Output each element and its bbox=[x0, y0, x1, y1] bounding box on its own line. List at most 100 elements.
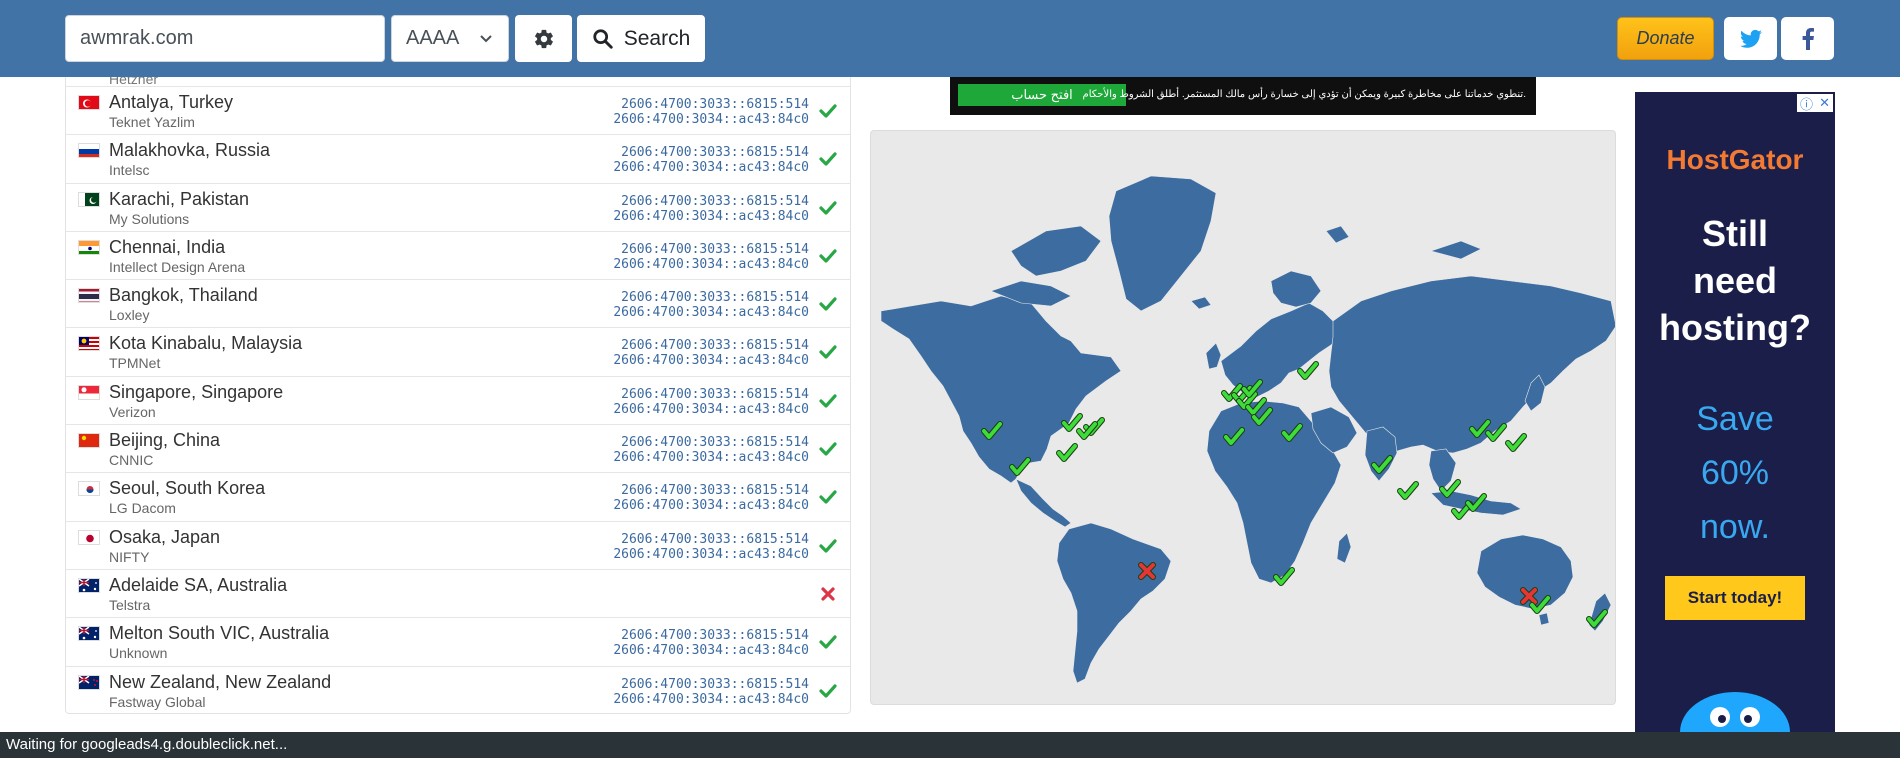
ip-address: 2606:4700:3034::ac43:84c0 bbox=[613, 160, 809, 176]
ip-address: 2606:4700:3033::6815:514 bbox=[621, 145, 809, 161]
status-indicator bbox=[818, 101, 838, 121]
check-icon bbox=[819, 200, 837, 215]
ip-addresses: 2606:4700:3033::6815:514 2606:4700:3034::… bbox=[613, 628, 809, 658]
ip-address: 2606:4700:3034::ac43:84c0 bbox=[613, 305, 809, 321]
ip-addresses: 2606:4700:3033::6815:514 2606:4700:3034::… bbox=[613, 387, 809, 417]
check-icon bbox=[819, 104, 837, 118]
europe-shape bbox=[1220, 302, 1342, 398]
status-indicator bbox=[818, 536, 838, 556]
ip-address: 2606:4700:3034::ac43:84c0 bbox=[613, 498, 809, 514]
ad-info-icon[interactable]: ⓘ bbox=[1800, 94, 1813, 113]
ip-address: 2606:4700:3034::ac43:84c0 bbox=[613, 643, 809, 659]
search-icon bbox=[593, 28, 613, 49]
ip-addresses: 2606:4700:3033::6815:514 2606:4700:3034::… bbox=[613, 483, 809, 513]
country-flag-icon bbox=[78, 577, 100, 593]
ad-offer: Save 60% now. bbox=[1635, 392, 1835, 554]
ad-cta-button[interactable]: Start today! bbox=[1665, 576, 1805, 620]
country-flag-icon bbox=[78, 336, 100, 352]
status-indicator bbox=[818, 198, 838, 218]
ip-addresses: 2606:4700:3033::6815:514 2606:4700:3034::… bbox=[613, 338, 809, 368]
country-flag-icon bbox=[78, 529, 100, 545]
list-item: Hetzner bbox=[66, 77, 850, 87]
ip-addresses: 2606:4700:3033::6815:514 2606:4700:3034::… bbox=[613, 194, 809, 224]
world-map bbox=[870, 130, 1616, 705]
greenland-shape bbox=[1108, 175, 1217, 312]
ad-mascot-graphic bbox=[1680, 692, 1790, 732]
status-indicator bbox=[818, 246, 838, 266]
isp-label: Telstra bbox=[109, 596, 151, 613]
facebook-button[interactable] bbox=[1781, 17, 1834, 60]
isp-label: Verizon bbox=[109, 403, 156, 420]
record-type-select[interactable]: AAAA bbox=[391, 15, 509, 62]
table-row: Chennai, India Intellect Design Arena 2606… bbox=[66, 232, 850, 281]
results-list: Hetzner Antalya, Turkey Teknet Yazlim 2606… bbox=[65, 77, 851, 714]
ip-address: 2606:4700:3033::6815:514 bbox=[621, 435, 809, 451]
check-icon bbox=[819, 635, 837, 649]
country-flag-icon bbox=[78, 384, 100, 400]
settings-button[interactable] bbox=[515, 15, 572, 62]
status-indicator bbox=[818, 294, 838, 314]
isp-label: Loxley bbox=[109, 307, 150, 324]
ad-banner-right[interactable]: ⓘ ✕ HostGator Still need hosting? Save 6… bbox=[1635, 92, 1835, 732]
ip-address: 2606:4700:3033::6815:514 bbox=[621, 241, 809, 257]
ad-brand: HostGator bbox=[1666, 144, 1804, 175]
location-label: Singapore, Singapore bbox=[109, 381, 284, 402]
ip-address: 2606:4700:3033::6815:514 bbox=[621, 97, 809, 112]
ip-address: 2606:4700:3034::ac43:84c0 bbox=[613, 546, 809, 562]
twitter-button[interactable] bbox=[1724, 17, 1777, 60]
check-icon bbox=[819, 490, 837, 504]
ip-address: 2606:4700:3034::ac43:84c0 bbox=[613, 401, 809, 417]
isp-label: Intellect Design Arena bbox=[109, 258, 246, 275]
location-label: Melton South VIC, Australia bbox=[109, 623, 330, 644]
ip-address: 2606:4700:3033::6815:514 bbox=[621, 483, 809, 499]
north-america-shape bbox=[880, 295, 1122, 484]
ad-offer-line: now. bbox=[1700, 508, 1770, 546]
ip-addresses: 2606:4700:3033::6815:514 2606:4700:3034::… bbox=[613, 145, 809, 175]
table-row: Kota Kinabalu, Malaysia TPMNet 2606:4700:3… bbox=[66, 328, 850, 377]
search-button[interactable]: Search bbox=[577, 15, 705, 62]
country-flag-icon bbox=[78, 95, 100, 110]
ip-address: 2606:4700:3034::ac43:84c0 bbox=[613, 208, 809, 224]
location-label: Kota Kinabalu, Malaysia bbox=[109, 333, 303, 354]
ip-addresses: 2606:4700:3033::6815:514 2606:4700:3034::… bbox=[613, 242, 809, 272]
donate-button[interactable]: Donate bbox=[1617, 17, 1714, 60]
ip-address: 2606:4700:3033::6815:514 bbox=[621, 338, 809, 354]
check-icon bbox=[819, 249, 837, 263]
table-row: Seoul, South Korea LG Dacom 2606:4700:3033… bbox=[66, 473, 850, 522]
table-row: Singapore, Singapore Verizon 2606:4700:303… bbox=[66, 377, 850, 426]
south-america-shape bbox=[1056, 522, 1172, 684]
donate-button-label: Donate bbox=[1636, 28, 1695, 48]
ip-address: 2606:4700:3033::6815:514 bbox=[621, 676, 809, 692]
status-indicator bbox=[818, 439, 838, 459]
table-row: Malakhovka, Russia Intelsc 2606:4700:3033:… bbox=[66, 135, 850, 184]
ad-info-badge[interactable]: ⓘ ✕ bbox=[1797, 94, 1833, 112]
search-button-label: Search bbox=[623, 26, 691, 50]
isp-label: Teknet Yazlim bbox=[109, 114, 195, 130]
facebook-icon bbox=[1802, 27, 1814, 50]
ad-offer-line: Save bbox=[1696, 400, 1774, 438]
domain-input[interactable] bbox=[65, 15, 385, 62]
chevron-down-icon bbox=[480, 34, 492, 42]
location-label: Malakhovka, Russia bbox=[109, 140, 271, 161]
siberia-islands-shape bbox=[1429, 240, 1482, 260]
ad-close-icon[interactable]: ✕ bbox=[1819, 95, 1830, 111]
ip-address: 2606:4700:3034::ac43:84c0 bbox=[613, 112, 809, 127]
status-indicator bbox=[818, 632, 838, 652]
status-indicator bbox=[818, 584, 838, 604]
isp-label: CNNIC bbox=[109, 452, 154, 469]
location-label: Adelaide SA, Australia bbox=[109, 574, 288, 595]
ip-address: 2606:4700:3034::ac43:84c0 bbox=[613, 450, 809, 466]
cross-icon bbox=[821, 587, 835, 601]
world-map-svg bbox=[880, 175, 1615, 684]
isp-label: NIFTY bbox=[109, 548, 150, 565]
iceland-shape bbox=[1190, 296, 1212, 310]
ad-banner-top[interactable]: افتح حساب تنطوي خدماتنا على مخاطرة كبيرة… bbox=[950, 77, 1536, 115]
table-row: New Zealand, New Zealand Fastway Global 26… bbox=[66, 667, 850, 713]
scandinavia-shape bbox=[1270, 270, 1322, 308]
table-row: Beijing, China CNNIC 2606:4700:3033::6815:… bbox=[66, 425, 850, 474]
country-flag-icon bbox=[78, 433, 100, 449]
ip-addresses: 2606:4700:3033::6815:514 2606:4700:3034::… bbox=[613, 677, 809, 707]
isp-label: Unknown bbox=[109, 645, 168, 662]
twitter-icon bbox=[1739, 29, 1762, 48]
location-label: Antalya, Turkey bbox=[109, 92, 234, 112]
